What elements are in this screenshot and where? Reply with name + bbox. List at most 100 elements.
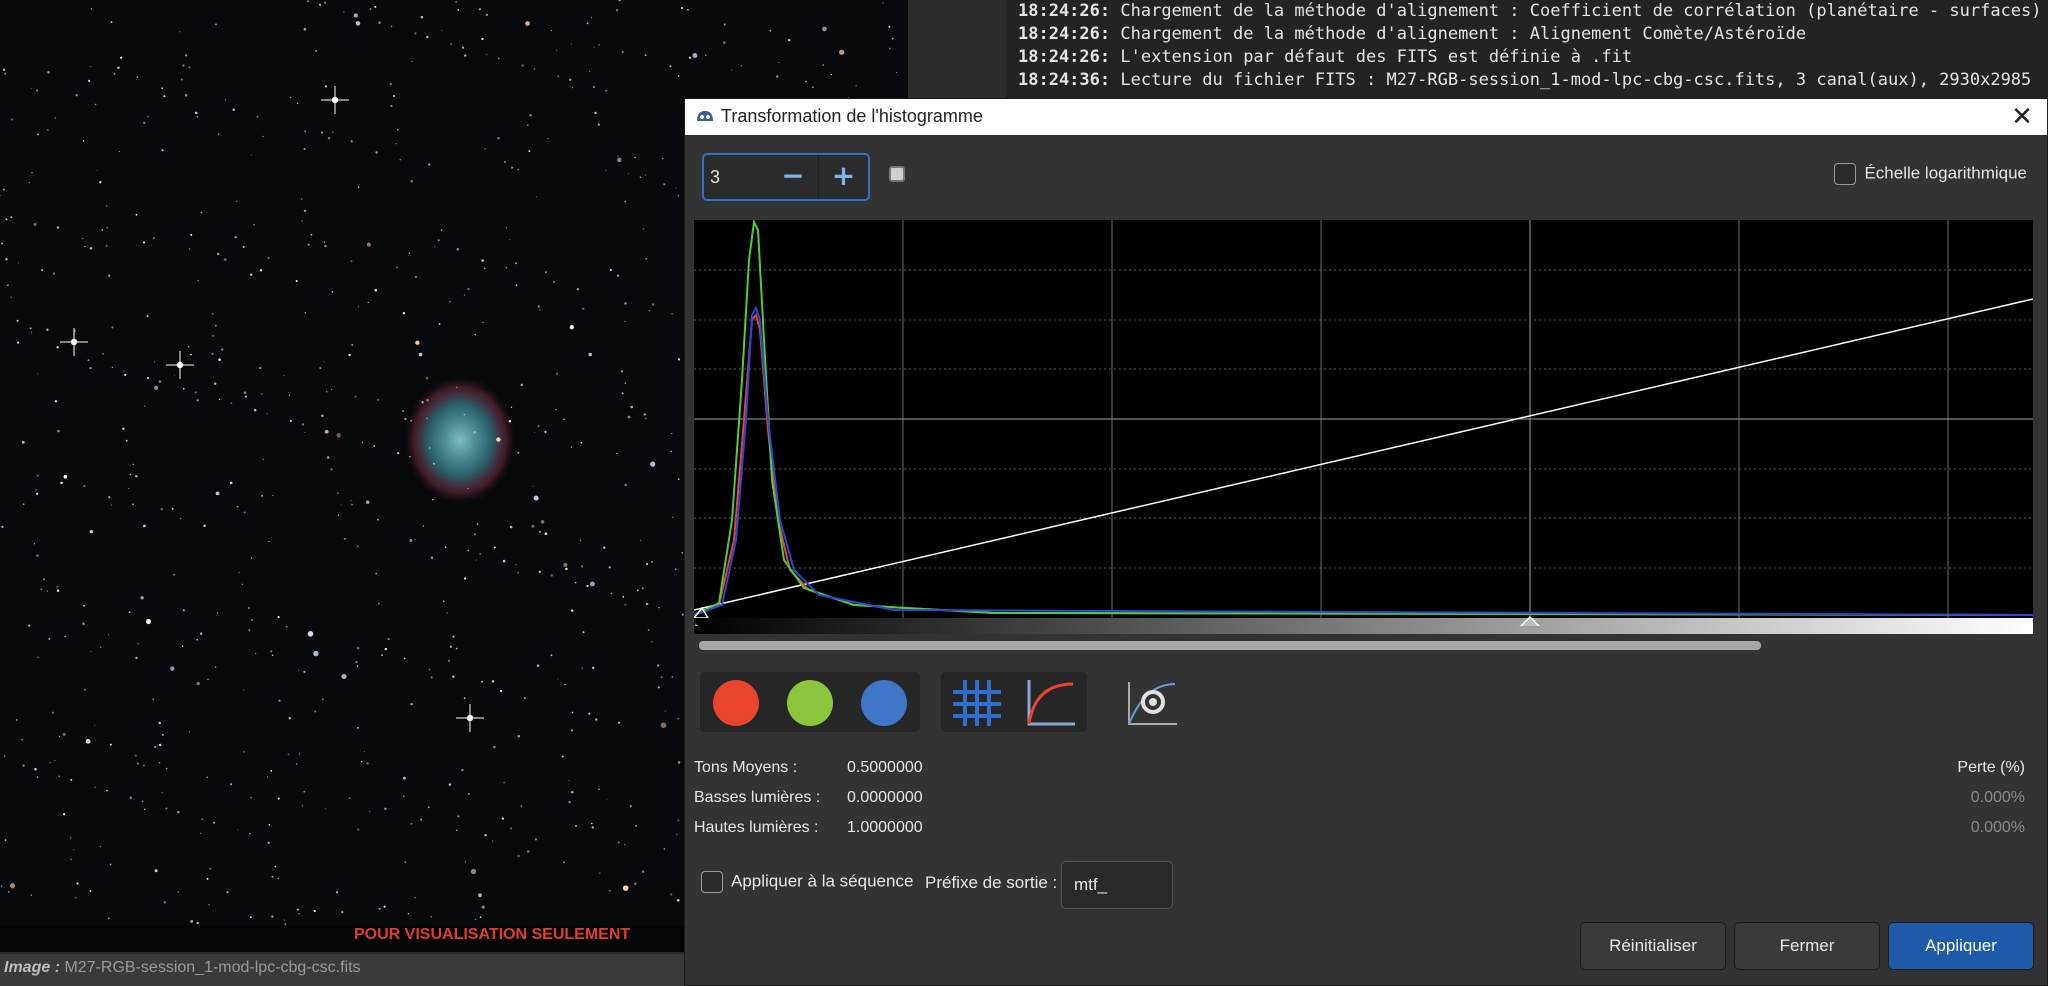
star <box>90 66 92 68</box>
star <box>52 272 56 275</box>
close-icon[interactable]: ✕ <box>2005 100 2039 134</box>
star <box>348 353 351 357</box>
star <box>599 872 601 874</box>
star <box>105 244 108 247</box>
star <box>271 875 274 878</box>
star <box>2 68 6 71</box>
star <box>16 319 19 322</box>
star <box>94 724 96 726</box>
star <box>616 274 620 277</box>
star <box>486 54 488 56</box>
star <box>36 776 39 778</box>
blue-channel-toggle[interactable] <box>848 674 918 730</box>
star <box>363 751 365 753</box>
star <box>267 841 270 844</box>
star <box>324 244 327 248</box>
horizontal-scrollbar[interactable] <box>699 641 1761 650</box>
zoom-in-button[interactable]: + <box>818 155 868 199</box>
star <box>468 793 470 795</box>
curve-toggle[interactable] <box>1015 674 1085 730</box>
log-console[interactable]: 18:24:26: Chargement de la méthode d'ali… <box>1006 0 2048 100</box>
tone-gradient-bar[interactable] <box>694 615 2033 634</box>
star <box>323 361 325 363</box>
log-scale-checkbox[interactable] <box>1834 163 1857 185</box>
close-button[interactable]: Fermer <box>1734 922 1880 970</box>
apply-sequence-option[interactable]: Appliquer à la séquence <box>701 871 913 893</box>
star <box>357 306 359 308</box>
green-channel-toggle[interactable] <box>774 674 844 730</box>
zoom-input[interactable] <box>710 161 764 193</box>
star <box>677 358 681 361</box>
star <box>474 333 477 336</box>
apply-button[interactable]: Appliquer <box>1888 922 2034 970</box>
star <box>107 634 109 636</box>
star <box>301 220 303 222</box>
grid-toggle[interactable] <box>941 674 1011 730</box>
star <box>146 377 150 380</box>
reset-zoom-icon[interactable] <box>889 166 905 182</box>
star <box>7 891 10 893</box>
star <box>410 419 413 422</box>
star <box>272 494 274 497</box>
star <box>580 441 583 444</box>
star <box>610 592 612 594</box>
dialog-titlebar[interactable]: Transformation de l'histogramme ✕ <box>685 99 2047 135</box>
star <box>158 721 161 725</box>
star <box>672 516 674 518</box>
star <box>111 366 113 368</box>
star <box>502 559 506 563</box>
star <box>134 754 137 757</box>
star <box>274 865 277 868</box>
star <box>568 779 570 781</box>
curve-icon <box>1027 680 1075 726</box>
star <box>323 1 327 4</box>
star <box>647 629 650 631</box>
star <box>414 275 418 279</box>
star <box>496 437 501 442</box>
star <box>268 823 271 826</box>
star <box>895 71 897 73</box>
auto-stretch-button[interactable] <box>1115 674 1185 730</box>
star <box>670 893 673 896</box>
zoom-out-button[interactable]: − <box>768 155 818 199</box>
star <box>243 511 246 514</box>
star <box>41 269 44 271</box>
star <box>431 499 434 501</box>
star <box>195 111 198 115</box>
star <box>390 105 393 108</box>
star <box>31 171 33 174</box>
star <box>259 367 262 370</box>
star <box>484 833 487 837</box>
star <box>677 819 680 822</box>
star <box>303 209 307 213</box>
shadows-label: Basses lumières : <box>694 789 821 806</box>
star <box>594 111 597 115</box>
star <box>390 25 393 27</box>
star <box>675 568 677 570</box>
star <box>10 296 12 298</box>
star <box>357 727 359 729</box>
star <box>234 236 237 239</box>
star <box>534 838 537 841</box>
highlights-label: Hautes lumières : <box>694 819 819 836</box>
star <box>89 247 93 250</box>
star <box>350 500 352 502</box>
prefix-input[interactable] <box>1061 861 1173 909</box>
star <box>617 157 622 163</box>
reset-button[interactable]: Réinitialiser <box>1580 922 1726 970</box>
histogram-plot[interactable] <box>692 218 2034 619</box>
red-channel-toggle[interactable] <box>700 674 770 730</box>
star <box>457 815 460 818</box>
log-scale-option[interactable]: Échelle logarithmique <box>1834 163 2027 185</box>
star <box>197 279 199 282</box>
star <box>4 73 6 75</box>
star <box>787 38 791 42</box>
star <box>83 604 86 607</box>
star <box>438 322 441 325</box>
apply-sequence-checkbox[interactable] <box>701 871 723 893</box>
dialog-title: Transformation de l'histogramme <box>721 106 983 126</box>
star <box>509 525 513 529</box>
star <box>147 115 149 118</box>
star <box>224 99 227 101</box>
star <box>517 168 519 171</box>
